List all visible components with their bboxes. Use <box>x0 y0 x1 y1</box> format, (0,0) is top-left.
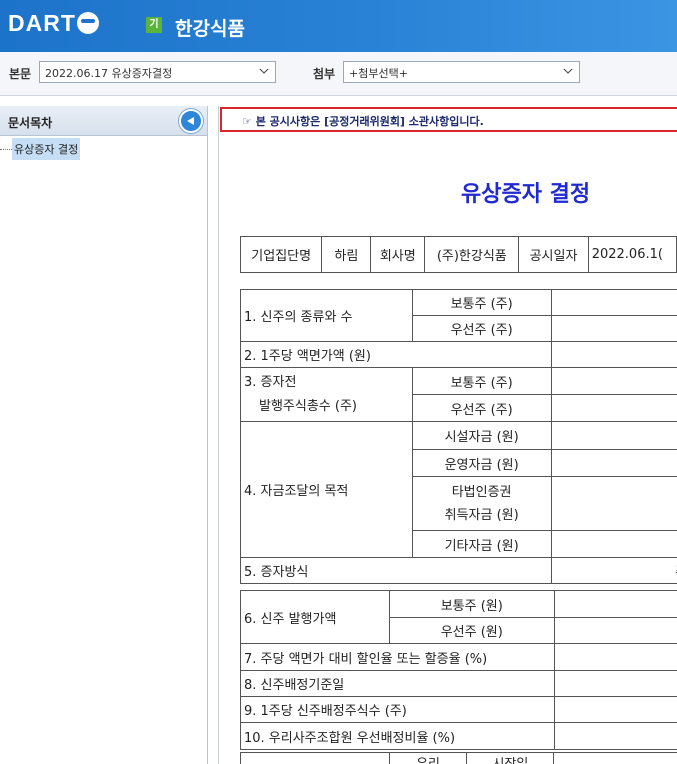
app-header: DART 기 한강식품 <box>0 0 677 52</box>
row-label: 5. 증자방식 <box>240 557 552 584</box>
row-label <box>240 752 390 764</box>
main-doc-select-value: 2022.06.17 유상증자결정 <box>45 67 173 80</box>
value-cell <box>550 315 677 342</box>
company-name: 한강식품 <box>175 18 245 40</box>
value-cell: 주주 <box>550 557 677 584</box>
disclosure-table-partial: 우리 시작일 <box>240 752 677 764</box>
document-viewer: ☞ 본 공시사항은 [공정거래위원회] 소관사항입니다. 유상증자 결정 기업집… <box>218 106 677 764</box>
toc-item[interactable]: 유상증자 결정 <box>0 138 81 160</box>
value-cell <box>553 722 677 750</box>
value-cell <box>553 643 677 671</box>
row-sublabel: 시설자금 (원) <box>411 421 552 450</box>
jurisdiction-notice: ☞ 본 공시사항은 [공정거래위원회] 소관사항입니다. <box>220 107 677 132</box>
value-cell <box>550 476 677 531</box>
row-label: 7. 주당 액면가 대비 할인율 또는 할증율 (%) <box>240 643 555 671</box>
value-cell <box>550 449 677 477</box>
row-sublabel: 시작일 <box>466 752 555 764</box>
value-cell <box>550 289 677 316</box>
row-sublabel-line: 타법인증권 <box>451 484 512 500</box>
value-cell <box>553 590 677 618</box>
row-label-line: 발행주식총수 (주) <box>259 398 357 414</box>
group-value: 하림 <box>321 236 372 273</box>
value-cell: 20 <box>553 670 677 697</box>
toc-sidebar: 문서목차 유상증자 결정 <box>0 106 208 764</box>
value-cell <box>553 696 677 723</box>
value-cell <box>553 752 677 764</box>
disclosure-table-continued: 6. 신주 발행가액 보통주 (원) 우선주 (원) 7. 주당 액면가 대비 … <box>240 590 677 750</box>
row-sublabel: 보통주 (원) <box>388 590 555 618</box>
logo-mark-icon <box>76 12 99 34</box>
toolbar: 본문 2022.06.17 유상증자결정 첨부 +첨부선택+ <box>0 52 677 96</box>
chevron-down-icon <box>259 68 269 74</box>
date-value: 2022.06.1( <box>587 236 677 273</box>
attachment-label: 첨부 <box>313 67 336 81</box>
value-cell <box>553 617 677 644</box>
group-label: 기업집단명 <box>239 236 323 273</box>
value-cell <box>550 421 677 450</box>
row-sublabel: 우리 <box>388 752 468 764</box>
row-label: 2. 1주당 액면가액 (원) <box>240 341 552 368</box>
row-label: 3. 증자전 발행주식총수 (주) <box>240 367 413 422</box>
row-label-line: 3. 증자전 <box>244 374 297 390</box>
date-label: 공시일자 <box>518 236 589 273</box>
row-label: 10. 우리사주조합원 우선배정비율 (%) <box>240 722 555 750</box>
row-sublabel: 우선주 (원) <box>388 617 555 644</box>
row-sublabel: 운영자금 (원) <box>411 449 552 477</box>
disclosure-table: 1. 신주의 종류와 수 보통주 (주) 우선주 (주) 2. 1주당 액면가액… <box>240 289 677 584</box>
row-sublabel: 기타자금 (원) <box>411 530 552 558</box>
company-info-table: 기업집단명 하림 회사명 (주)한강식품 공시일자 2022.06.1( <box>239 236 677 273</box>
row-sublabel: 우선주 (주) <box>411 394 552 422</box>
corp-class-badge: 기 <box>146 17 162 33</box>
main-doc-select[interactable]: 2022.06.17 유상증자결정 <box>39 61 276 83</box>
row-label: 4. 자금조달의 목적 <box>240 421 413 558</box>
value-cell <box>550 341 677 368</box>
row-sublabel: 우선주 (주) <box>411 315 552 342</box>
toc-header: 문서목차 <box>0 106 207 136</box>
toc-title: 문서목차 <box>8 116 53 130</box>
row-sublabel: 보통주 (주) <box>411 367 552 395</box>
value-cell <box>550 367 677 395</box>
row-label: 6. 신주 발행가액 <box>240 590 390 644</box>
row-sublabel: 보통주 (주) <box>411 289 552 316</box>
row-sublabel: 타법인증권 취득자금 (원) <box>411 476 552 531</box>
document-title: 유상증자 결정 <box>461 181 591 207</box>
tree-connector <box>0 148 12 150</box>
value-cell <box>550 394 677 422</box>
row-sublabel-line: 취득자금 (원) <box>444 507 519 523</box>
logo-text: DART <box>8 9 76 36</box>
row-label: 1. 신주의 종류와 수 <box>240 289 413 342</box>
attachment-select[interactable]: +첨부선택+ <box>343 61 580 83</box>
row-label: 8. 신주배정기준일 <box>240 670 555 697</box>
chevron-down-icon <box>563 68 573 74</box>
toc-item-label: 유상증자 결정 <box>12 138 81 160</box>
dart-logo[interactable]: DART <box>8 8 99 38</box>
company-value: (주)한강식품 <box>424 236 520 273</box>
collapse-sidebar-button[interactable] <box>179 109 203 133</box>
attachment-select-value: +첨부선택+ <box>349 67 408 80</box>
value-cell <box>550 530 677 558</box>
row-label: 9. 1주당 신주배정주식수 (주) <box>240 696 555 723</box>
company-label: 회사명 <box>370 236 426 273</box>
main-doc-label: 본문 <box>9 67 32 81</box>
